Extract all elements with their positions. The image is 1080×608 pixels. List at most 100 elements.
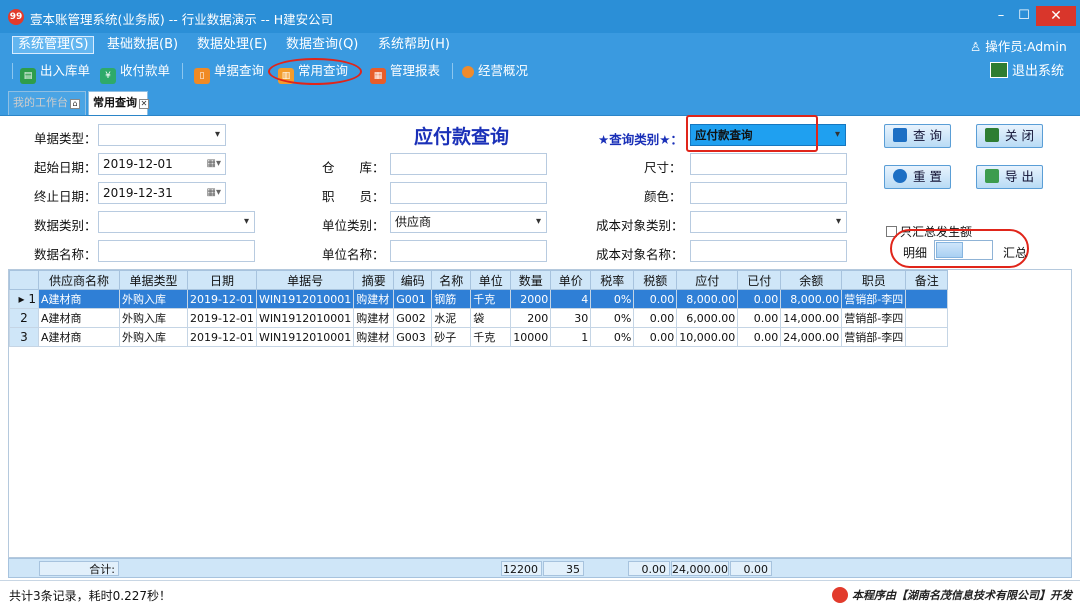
column-header[interactable]: 税额: [633, 270, 678, 290]
table-cell[interactable]: 0.00: [737, 289, 782, 309]
table-cell[interactable]: [905, 327, 949, 347]
size-input[interactable]: [690, 153, 847, 175]
table-row[interactable]: 3 A建材商 外购入库 2019-12-01 WIN1912010001 购建材 G003 砂…: [9, 327, 949, 347]
close-tab-icon[interactable]: ✕: [139, 99, 149, 109]
table-cell[interactable]: 袋: [470, 308, 512, 328]
menu-system[interactable]: 系统管理(S): [12, 36, 95, 54]
column-header[interactable]: 备注: [905, 270, 949, 290]
row-number-cell[interactable]: 2: [9, 308, 39, 328]
column-header[interactable]: 余额: [780, 270, 843, 290]
table-cell[interactable]: A建材商: [38, 289, 120, 309]
export-button[interactable]: 导 出: [976, 165, 1043, 189]
column-header[interactable]: 应付: [676, 270, 739, 290]
query-button[interactable]: 查 询: [884, 124, 951, 148]
table-cell[interactable]: 购建材: [353, 327, 395, 347]
table-cell[interactable]: 10000: [510, 327, 552, 347]
table-cell[interactable]: 购建材: [353, 308, 395, 328]
column-header[interactable]: 职员: [841, 270, 907, 290]
table-cell[interactable]: 营销部-李四: [841, 308, 907, 328]
table-cell[interactable]: 砂子: [431, 327, 472, 347]
staff-input[interactable]: [390, 182, 547, 204]
table-cell[interactable]: 千克: [470, 327, 512, 347]
table-cell[interactable]: G001: [393, 289, 433, 309]
table-cell[interactable]: 24,000.00: [780, 327, 843, 347]
data-category-select[interactable]: [98, 211, 255, 233]
table-cell[interactable]: 0.00: [633, 289, 678, 309]
end-date-input[interactable]: 2019-12-31: [98, 182, 226, 204]
table-cell[interactable]: 4: [550, 289, 592, 309]
column-header[interactable]: 单价: [550, 270, 592, 290]
column-header[interactable]: 编码: [393, 270, 433, 290]
doc-type-select[interactable]: [98, 124, 226, 146]
exit-system-button[interactable]: 退出系统: [990, 60, 1064, 79]
receipt-payment-button[interactable]: ¥ 收付款单: [100, 60, 170, 84]
column-header[interactable]: 单据号: [255, 270, 355, 290]
toggle-knob[interactable]: [936, 242, 963, 258]
column-header[interactable]: 摘要: [353, 270, 395, 290]
column-header[interactable]: 单据类型: [119, 270, 188, 290]
doc-query-button[interactable]: ▯ 单据查询: [194, 60, 264, 84]
report-button[interactable]: ▦ 管理报表: [370, 60, 440, 84]
unit-name-input[interactable]: [390, 240, 547, 262]
cost-object-name-input[interactable]: [690, 240, 847, 262]
table-cell[interactable]: 钢筋: [431, 289, 472, 309]
table-cell[interactable]: [905, 308, 949, 328]
column-header[interactable]: 单位: [470, 270, 512, 290]
table-cell[interactable]: 14,000.00: [780, 308, 843, 328]
close-window-button[interactable]: ✕: [1036, 6, 1076, 26]
tab-common-query[interactable]: 常用查询 ✕: [88, 91, 149, 115]
table-cell[interactable]: 0.00: [633, 327, 678, 347]
table-cell[interactable]: G003: [393, 327, 433, 347]
tab-workbench[interactable]: 我的工作台 ⌂: [8, 91, 86, 115]
table-cell[interactable]: 1: [550, 327, 592, 347]
table-cell[interactable]: 8,000.00: [780, 289, 843, 309]
table-cell[interactable]: 2019-12-01: [187, 308, 257, 328]
unit-type-select[interactable]: 供应商: [390, 211, 547, 233]
table-cell[interactable]: 2019-12-01: [187, 289, 257, 309]
menu-data-query[interactable]: 数据查询(Q): [281, 36, 363, 54]
start-date-input[interactable]: 2019-12-01: [98, 153, 226, 175]
table-cell[interactable]: 0.00: [737, 327, 782, 347]
stock-inout-button[interactable]: ▤ 出入库单: [20, 60, 90, 84]
cost-object-type-select[interactable]: [690, 211, 847, 233]
table-cell[interactable]: WIN1912010001: [255, 308, 355, 328]
table-cell[interactable]: 30: [550, 308, 592, 328]
table-cell[interactable]: 0.00: [633, 308, 678, 328]
row-number-cell[interactable]: 3: [9, 327, 39, 347]
menu-help[interactable]: 系统帮助(H): [373, 36, 455, 54]
table-row[interactable]: ▸ 1 A建材商 外购入库 2019-12-01 WIN1912010001 购建材 G00…: [9, 289, 949, 309]
table-cell[interactable]: 千克: [470, 289, 512, 309]
minimize-button[interactable]: –: [990, 6, 1012, 26]
table-cell[interactable]: G002: [393, 308, 433, 328]
data-name-input[interactable]: [98, 240, 255, 262]
column-header[interactable]: 税率: [590, 270, 635, 290]
color-input[interactable]: [690, 182, 847, 204]
table-cell[interactable]: 10,000.00: [676, 327, 739, 347]
table-cell[interactable]: 8,000.00: [676, 289, 739, 309]
table-cell[interactable]: [905, 289, 949, 309]
menu-basic-data[interactable]: 基础数据(B): [102, 36, 183, 54]
column-header[interactable]: 已付: [737, 270, 782, 290]
column-header[interactable]: 数量: [510, 270, 552, 290]
table-cell[interactable]: 0%: [590, 327, 635, 347]
close-button[interactable]: 关 闭: [976, 124, 1043, 148]
column-header[interactable]: 日期: [187, 270, 257, 290]
table-cell[interactable]: 6,000.00: [676, 308, 739, 328]
table-cell[interactable]: 营销部-李四: [841, 327, 907, 347]
table-cell[interactable]: 营销部-李四: [841, 289, 907, 309]
table-cell[interactable]: 外购入库: [119, 289, 188, 309]
table-cell[interactable]: 外购入库: [119, 308, 188, 328]
table-row[interactable]: 2 A建材商 外购入库 2019-12-01 WIN1912010001 购建材 G002 水…: [9, 308, 949, 328]
row-number-cell[interactable]: ▸ 1: [9, 289, 39, 309]
table-cell[interactable]: 购建材: [353, 289, 395, 309]
column-header[interactable]: 供应商名称: [38, 270, 120, 290]
table-cell[interactable]: A建材商: [38, 327, 120, 347]
overview-button[interactable]: 经营概况: [462, 60, 528, 81]
reset-button[interactable]: 重 置: [884, 165, 951, 189]
detail-summary-toggle[interactable]: [934, 240, 993, 260]
warehouse-input[interactable]: [390, 153, 547, 175]
table-cell[interactable]: 0%: [590, 289, 635, 309]
table-cell[interactable]: WIN1912010001: [255, 327, 355, 347]
maximize-button[interactable]: ☐: [1013, 6, 1035, 26]
table-cell[interactable]: 水泥: [431, 308, 472, 328]
